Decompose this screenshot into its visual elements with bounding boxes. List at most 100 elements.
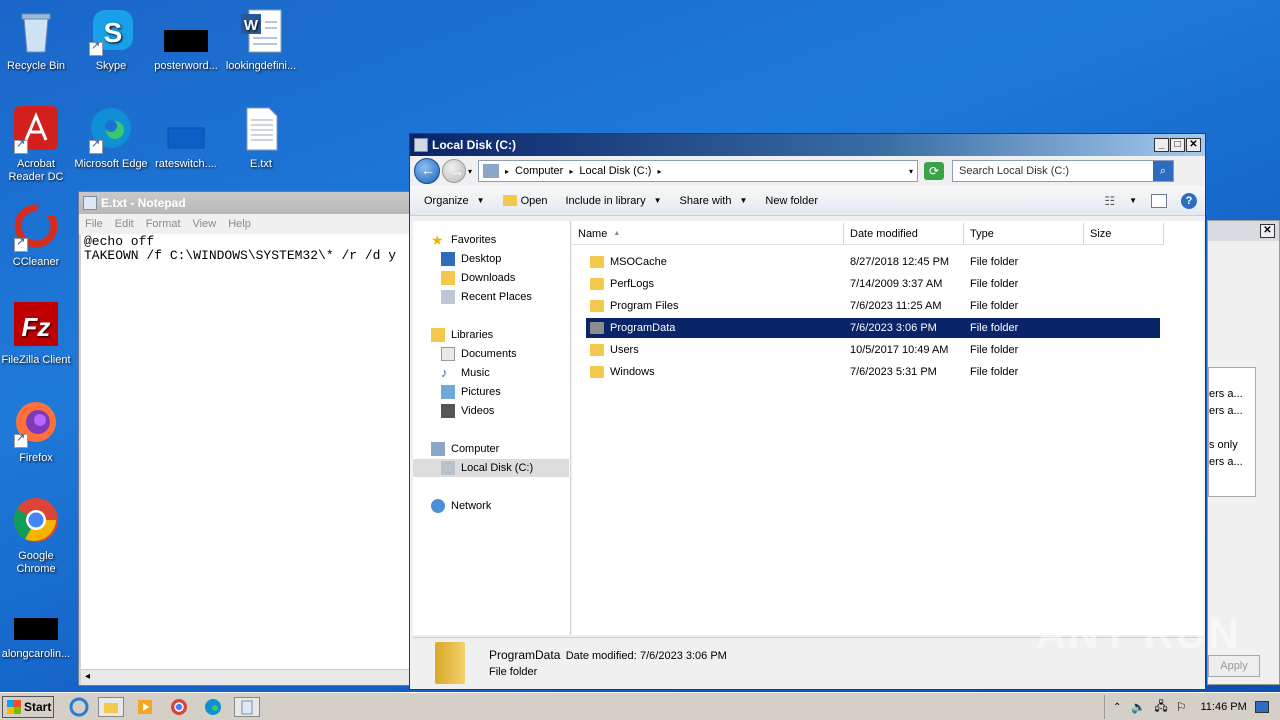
search-input[interactable]: Search Local Disk (C:) ⌕: [952, 160, 1175, 182]
desktop-icon-etxt[interactable]: E.txt: [223, 106, 299, 171]
refresh-button[interactable]: ⟳: [924, 162, 945, 180]
chevron-down-icon[interactable]: ▼: [1129, 196, 1137, 205]
chrome-taskbar-icon[interactable]: [168, 697, 194, 717]
desktop-icon: [441, 252, 455, 266]
breadcrumb-computer[interactable]: Computer: [515, 165, 563, 177]
flag-icon[interactable]: ⚐: [1176, 700, 1187, 714]
desktop-icon-lookingdefini[interactable]: W lookingdefini...: [223, 8, 299, 73]
back-button[interactable]: ←: [414, 158, 440, 184]
table-row-selected[interactable]: ProgramData 7/6/2023 3:06 PM File folder: [586, 318, 1160, 338]
desktop-icon-recycle-bin[interactable]: Recycle Bin: [0, 8, 74, 73]
desktop-icon-skype[interactable]: S Skype: [73, 8, 149, 73]
network-tray-icon[interactable]: 🖧: [1154, 697, 1167, 718]
maximize-button[interactable]: □: [1170, 138, 1185, 152]
menu-file[interactable]: File: [79, 218, 109, 230]
start-button[interactable]: Start: [2, 696, 54, 718]
column-header-size[interactable]: Size: [1084, 223, 1164, 245]
explorer-taskbar-icon[interactable]: [98, 697, 124, 717]
edge-taskbar-icon[interactable]: [202, 697, 228, 717]
media-player-taskbar-icon[interactable]: [134, 697, 160, 717]
ie-taskbar-icon[interactable]: [68, 697, 94, 717]
desktop-icon-edge[interactable]: Microsoft Edge: [73, 106, 149, 171]
volume-icon[interactable]: 🔈: [1131, 700, 1146, 714]
nav-downloads[interactable]: Downloads: [441, 269, 515, 287]
history-dropdown-icon[interactable]: ▾: [468, 167, 472, 176]
list-item: s only: [1209, 439, 1238, 451]
menu-edit[interactable]: Edit: [109, 218, 140, 230]
nav-pictures[interactable]: Pictures: [441, 383, 501, 401]
address-bar[interactable]: ▸ Computer ▸ Local Disk (C:) ▸ ▾: [478, 160, 919, 182]
desktop-icon-firefox[interactable]: Firefox: [0, 400, 74, 465]
details-date: 7/6/2023 3:06 PM: [640, 650, 727, 662]
include-in-library-button[interactable]: Include in library ▼: [565, 195, 661, 207]
horizontal-scrollbar[interactable]: ◂: [81, 669, 417, 685]
open-button[interactable]: Open: [502, 195, 547, 207]
organize-button[interactable]: Organize ▼: [424, 195, 485, 207]
column-header-type[interactable]: Type: [964, 223, 1084, 245]
scroll-left-icon[interactable]: ◂: [85, 671, 90, 682]
folder-icon: [590, 344, 604, 356]
close-button[interactable]: ✕: [1186, 138, 1201, 152]
minimize-button[interactable]: _: [1154, 138, 1169, 152]
notepad-taskbar-icon[interactable]: [234, 697, 260, 717]
nav-recent-places[interactable]: Recent Places: [441, 288, 532, 306]
desktop-icon-posterword[interactable]: posterword...: [148, 8, 224, 73]
table-row[interactable]: Program Files 7/6/2023 11:25 AM File fol…: [586, 296, 1160, 316]
search-placeholder: Search Local Disk (C:): [959, 165, 1070, 177]
table-row[interactable]: Windows 7/6/2023 5:31 PM File folder: [586, 362, 1160, 382]
drive-icon: [414, 138, 428, 152]
table-row[interactable]: Users 10/5/2017 10:49 AM File folder: [586, 340, 1160, 360]
menu-format[interactable]: Format: [140, 218, 187, 230]
new-folder-button[interactable]: New folder: [765, 195, 818, 207]
desktop-icon-rateswitch[interactable]: rateswitch....: [148, 106, 224, 171]
apply-button[interactable]: Apply: [1208, 655, 1260, 677]
desktop-icon-chrome[interactable]: Google Chrome: [0, 498, 74, 576]
navigation-pane: ★ Favorites Desktop Downloads Recent Plac…: [413, 221, 571, 635]
preview-pane-icon[interactable]: [1151, 193, 1167, 208]
notepad-text-area[interactable]: @echo off TAKEOWN /f C:\WINDOWS\SYSTEM32…: [81, 234, 417, 669]
close-button[interactable]: ✕: [1260, 224, 1275, 238]
desktop-icon-ccleaner[interactable]: CCleaner: [0, 204, 74, 269]
desktop-icon-filezilla[interactable]: Fz FileZilla Client: [0, 302, 74, 367]
forward-button[interactable]: →: [442, 159, 466, 183]
chevron-down-icon: ▼: [653, 196, 662, 205]
folder-icon: [590, 278, 604, 290]
desktop-icon-acrobat[interactable]: Acrobat Reader DC: [0, 106, 74, 184]
tray-expand-icon[interactable]: ⌃: [1113, 702, 1121, 713]
nav-music[interactable]: ♪ Music: [441, 364, 490, 382]
share-with-button[interactable]: Share with ▼: [680, 195, 748, 207]
show-desktop-icon[interactable]: [1254, 701, 1269, 713]
nav-libraries[interactable]: Libraries: [431, 326, 493, 344]
file-list: Name ▲ Date modified Type Size MSOCache 8…: [572, 221, 1204, 635]
libraries-icon: [431, 328, 445, 342]
view-options-icon[interactable]: ☷: [1104, 194, 1115, 208]
table-row[interactable]: PerfLogs 7/14/2009 3:37 AM File folder: [586, 274, 1160, 294]
notepad-titlebar[interactable]: E.txt - Notepad: [79, 192, 417, 214]
nav-computer[interactable]: Computer: [431, 440, 499, 458]
nav-local-disk[interactable]: Local Disk (C:): [413, 459, 569, 477]
column-header-name[interactable]: Name ▲: [572, 223, 844, 245]
desktop-icon-alongcarolin[interactable]: alongcarolin...: [0, 596, 74, 661]
nav-network[interactable]: Network: [431, 497, 491, 515]
nav-favorites[interactable]: ★ Favorites: [431, 231, 496, 249]
clock[interactable]: 11:46 PM: [1201, 701, 1247, 713]
help-icon[interactable]: ?: [1181, 192, 1197, 209]
address-dropdown-icon[interactable]: ▾: [909, 167, 913, 176]
nav-desktop[interactable]: Desktop: [441, 250, 501, 268]
breadcrumb-local-disk[interactable]: Local Disk (C:): [579, 165, 651, 177]
search-icon[interactable]: ⌕: [1153, 161, 1174, 181]
nav-videos[interactable]: Videos: [441, 402, 494, 420]
list-item: ers a...: [1209, 405, 1243, 417]
menu-view[interactable]: View: [187, 218, 223, 230]
recent-places-icon: [441, 290, 455, 304]
table-row[interactable]: MSOCache 8/27/2018 12:45 PM File folder: [586, 252, 1160, 272]
documents-icon: [441, 347, 455, 361]
column-header-date[interactable]: Date modified: [844, 223, 964, 245]
menu-help[interactable]: Help: [222, 218, 257, 230]
nav-documents[interactable]: Documents: [441, 345, 517, 363]
explorer-titlebar[interactable]: Local Disk (C:) _ □ ✕: [410, 134, 1205, 156]
svg-text:S: S: [104, 17, 123, 48]
videos-icon: [441, 404, 455, 418]
computer-icon: [431, 442, 445, 456]
explorer-window: Local Disk (C:) _ □ ✕ ← → ▾ ▸ Computer ▸…: [409, 133, 1206, 690]
